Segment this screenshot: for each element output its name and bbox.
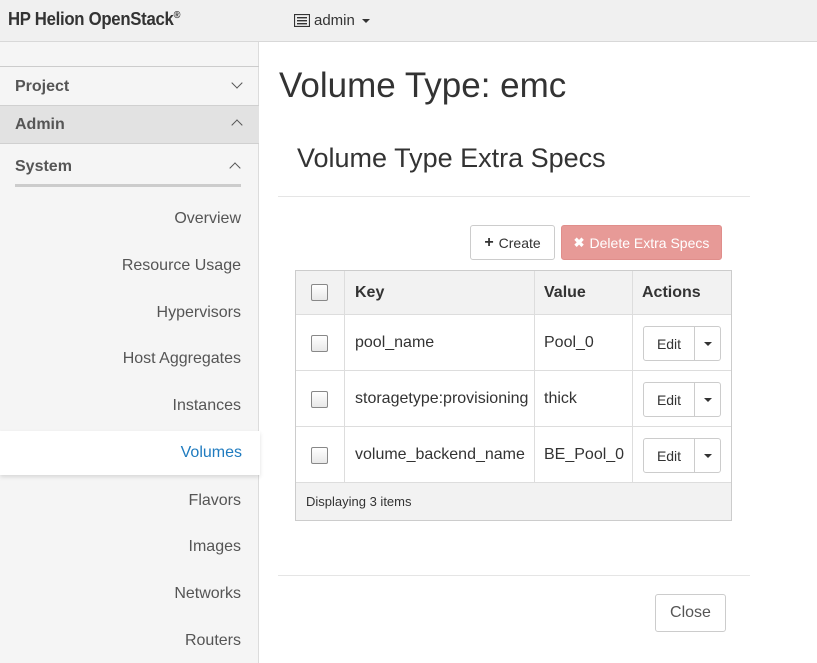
caret-down-icon — [703, 341, 712, 346]
close-button[interactable]: Close — [655, 594, 726, 632]
chevron-up-icon — [231, 119, 243, 131]
plus-icon: + — [484, 233, 494, 251]
row-value: BE_Pool_0 — [544, 445, 625, 463]
row-value: thick — [544, 389, 577, 407]
table-row: storagetype:provisioning thick Edit — [296, 371, 731, 427]
registered-mark: ® — [173, 10, 181, 21]
sidebar-item-networks[interactable]: Networks — [0, 572, 259, 616]
sidebar-section-admin[interactable]: Admin — [0, 106, 259, 144]
table-header-row: Key Value Actions — [296, 271, 731, 315]
row-key: volume_backend_name — [355, 445, 525, 463]
sidebar-panel-label: System — [15, 157, 72, 175]
chevron-down-icon — [231, 77, 243, 89]
sidebar-section-project[interactable]: Project — [0, 68, 259, 106]
table-row: pool_name Pool_0 Edit — [296, 315, 731, 371]
sidebar-item-host-aggregates[interactable]: Host Aggregates — [0, 337, 259, 381]
row-actions: Edit — [643, 326, 721, 361]
sidebar-item-label: Instances — [172, 397, 241, 414]
brand-name: HP Helion OpenStack — [8, 9, 174, 29]
project-dropdown-label: admin — [314, 12, 355, 29]
extra-specs-table: Key Value Actions pool_name Pool_0 Edit … — [295, 270, 732, 521]
row-actions: Edit — [643, 438, 721, 473]
sidebar-item-label: Images — [188, 538, 241, 555]
brand-logo[interactable]: HP Helion OpenStack® — [8, 9, 180, 30]
sidebar-item-instances[interactable]: Instances — [0, 384, 259, 428]
edit-button[interactable]: Edit — [644, 383, 695, 416]
row-key: storagetype:provisioning — [355, 389, 529, 407]
footer-divider — [278, 575, 750, 576]
table-footer: Displaying 3 items — [296, 483, 731, 520]
caret-down-icon — [361, 18, 370, 23]
header-divider — [278, 196, 750, 197]
close-icon: ✖ — [573, 235, 585, 250]
project-dropdown[interactable]: admin — [294, 12, 370, 29]
create-button-label: Create — [498, 234, 541, 251]
sidebar-item-resource-usage[interactable]: Resource Usage — [0, 244, 259, 288]
sidebar-panel-system[interactable]: System — [15, 149, 241, 187]
edit-button[interactable]: Edit — [644, 327, 695, 360]
table-row: volume_backend_name BE_Pool_0 Edit — [296, 427, 731, 483]
sidebar-item-label: Routers — [184, 632, 241, 649]
sidebar-item-label: Host Aggregates — [122, 350, 241, 367]
modal-title: Volume Type Extra Specs — [297, 143, 606, 173]
edit-button[interactable]: Edit — [644, 439, 695, 472]
sidebar-divider — [0, 66, 259, 67]
sidebar-item-routers[interactable]: Routers — [0, 619, 259, 663]
actions-dropdown-toggle[interactable] — [695, 327, 720, 360]
sidebar-item-label: Resource Usage — [121, 257, 241, 274]
delete-extra-specs-button[interactable]: ✖ Delete Extra Specs — [561, 225, 722, 260]
sidebar-item-flavors[interactable]: Flavors — [0, 479, 259, 523]
actions-dropdown-toggle[interactable] — [695, 439, 720, 472]
sidebar-item-volumes[interactable]: Volumes — [0, 431, 260, 475]
sidebar-item-label: Hypervisors — [156, 304, 241, 321]
row-checkbox[interactable] — [311, 335, 328, 352]
row-actions: Edit — [643, 382, 721, 417]
sidebar-section-label: Admin — [15, 115, 65, 133]
sidebar-section-label: Project — [15, 77, 70, 95]
row-checkbox[interactable] — [311, 447, 328, 464]
column-header-actions: Actions — [642, 284, 701, 301]
chevron-up-icon — [229, 162, 241, 174]
sidebar-item-label: Volumes — [180, 444, 242, 461]
sidebar-item-overview[interactable]: Overview — [0, 197, 259, 241]
sidebar-item-hypervisors[interactable]: Hypervisors — [0, 291, 259, 335]
row-value: Pool_0 — [544, 333, 594, 351]
top-navbar: HP Helion OpenStack® admin — [0, 0, 817, 42]
sidebar-item-label: Networks — [174, 585, 241, 602]
actions-dropdown-toggle[interactable] — [695, 383, 720, 416]
row-checkbox[interactable] — [311, 391, 328, 408]
select-all-checkbox[interactable] — [311, 284, 328, 301]
caret-down-icon — [703, 397, 712, 402]
sidebar-item-label: Overview — [174, 210, 241, 227]
sidebar-item-images[interactable]: Images — [0, 525, 259, 569]
list-icon — [294, 14, 310, 27]
column-header-value[interactable]: Value — [544, 271, 586, 315]
sidebar: Project Admin System Overview Resource U… — [0, 42, 260, 663]
create-button[interactable]: + Create — [470, 225, 555, 260]
column-header-key[interactable]: Key — [355, 271, 384, 315]
caret-down-icon — [703, 453, 712, 458]
sidebar-item-label: Flavors — [188, 492, 241, 509]
page-title: Volume Type: emc — [279, 66, 567, 105]
delete-button-label: Delete Extra Specs — [589, 234, 710, 251]
row-key: pool_name — [355, 333, 435, 351]
